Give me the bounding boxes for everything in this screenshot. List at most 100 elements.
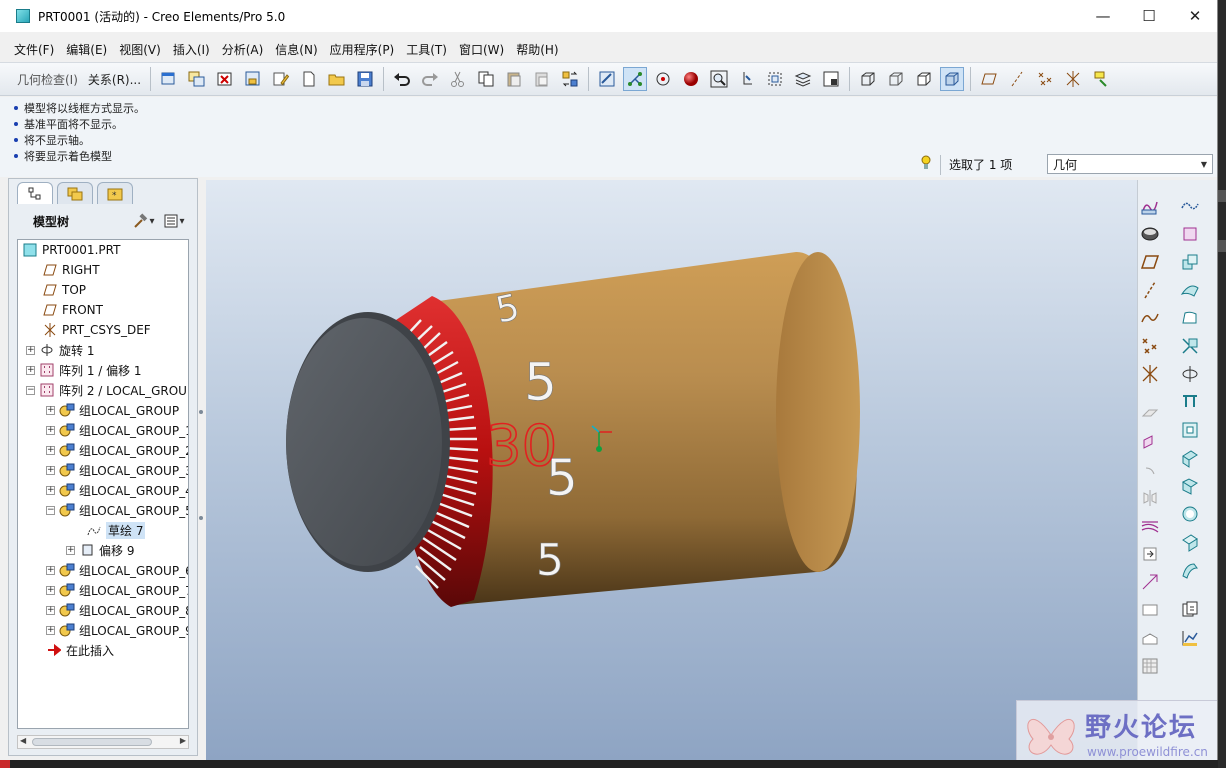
plane-tool-button[interactable] (1138, 250, 1162, 274)
extrude-surface-button[interactable] (1178, 250, 1202, 274)
view-manager-button[interactable] (819, 67, 843, 91)
datum-axes-toggle[interactable] (1005, 67, 1029, 91)
paste-special-button[interactable] (530, 67, 554, 91)
sweep-surface-button[interactable] (1178, 306, 1202, 330)
style-curve-button[interactable] (1178, 194, 1202, 218)
selection-filter-dropdown[interactable]: 几何 ▼ (1047, 154, 1213, 174)
close-button[interactable]: ✕ (1172, 0, 1217, 32)
axis-tool-button[interactable] (1138, 278, 1162, 302)
tree-node-datum-top[interactable]: TOP (42, 280, 86, 300)
menu-edit[interactable]: 编辑(E) (60, 41, 113, 58)
shell-solid-button[interactable] (1178, 502, 1202, 526)
sketch-tool-button[interactable] (1138, 194, 1162, 218)
sketch-lock-button[interactable] (1138, 222, 1162, 246)
expand-icon[interactable]: + (46, 425, 55, 435)
copy-window-button[interactable] (185, 67, 209, 91)
minimize-button[interactable]: — (1080, 0, 1126, 32)
expand-icon[interactable]: + (66, 545, 75, 555)
tree-node-root[interactable]: PRT0001.PRT (22, 240, 120, 260)
paste-button[interactable] (502, 67, 526, 91)
expand-icon[interactable]: + (46, 565, 55, 575)
draft-tool-button[interactable] (1178, 446, 1202, 470)
spin-center-button[interactable] (623, 67, 648, 91)
scroll-right-icon[interactable]: ▶ (180, 736, 186, 745)
expand-icon[interactable]: + (26, 365, 35, 375)
datum-points-toggle[interactable] (1033, 67, 1057, 91)
round-tool-button[interactable] (1138, 430, 1162, 454)
save-button[interactable] (353, 67, 377, 91)
redo-button[interactable] (418, 67, 442, 91)
thicken-button[interactable] (1138, 626, 1162, 650)
activate-window-button[interactable] (241, 67, 265, 91)
layers-button[interactable] (791, 67, 815, 91)
curve-tool-button[interactable] (1138, 306, 1162, 330)
collapse-icon[interactable]: − (46, 505, 55, 515)
maximize-button[interactable]: ☐ (1126, 0, 1172, 32)
tree-node-group[interactable]: + 组LOCAL_GROUP_3 (46, 460, 188, 480)
solidify-button[interactable] (1138, 654, 1162, 678)
sweep-tool-button[interactable] (1138, 514, 1162, 538)
close-window-button[interactable] (213, 67, 237, 91)
datum-planes-toggle[interactable] (977, 67, 1001, 91)
tab-model-tree[interactable] (17, 182, 53, 204)
open-file-button[interactable] (325, 67, 349, 91)
tab-folder-browser[interactable] (57, 182, 93, 204)
undo-button[interactable] (390, 67, 414, 91)
csys-tool-button[interactable] (1138, 362, 1162, 386)
pattern-tool-button[interactable] (1178, 474, 1202, 498)
tree-node-group[interactable]: + 组LOCAL_GROUP_6 (46, 560, 188, 580)
tree-node-pattern-2[interactable]: − 阵列 2 / LOCAL_GROUP (26, 380, 188, 400)
copy-feature-button[interactable] (1178, 598, 1202, 622)
tree-node-insert-here[interactable]: 在此插入 (46, 640, 114, 660)
no-hidden-button[interactable] (912, 67, 936, 91)
cut-button[interactable] (446, 67, 470, 91)
tree-horizontal-scrollbar[interactable]: ◀ ▶ (17, 735, 189, 749)
menu-window[interactable]: 窗口(W) (453, 41, 510, 58)
orient-mode-button[interactable] (651, 67, 675, 91)
repaint-button[interactable] (595, 67, 619, 91)
geometry-check-button[interactable]: 几何检查(I) (12, 71, 83, 88)
appearance-button[interactable] (679, 67, 703, 91)
rib-tool-button[interactable] (1178, 418, 1202, 442)
tab-favorites[interactable]: * (97, 182, 133, 204)
tree-columns-button[interactable]: ▾ (159, 211, 189, 231)
expand-icon[interactable]: + (46, 625, 55, 635)
collapse-icon[interactable]: − (26, 385, 35, 395)
expand-icon[interactable]: + (46, 585, 55, 595)
tree-node-datum-right[interactable]: RIGHT (42, 260, 100, 280)
refit-button[interactable] (763, 67, 787, 91)
tree-node-offset[interactable]: + 偏移 9 (66, 540, 134, 560)
menu-analysis[interactable]: 分析(A) (216, 41, 270, 58)
menu-file[interactable]: 文件(F) (8, 41, 60, 58)
regenerate-button[interactable] (558, 67, 582, 91)
tree-node-group[interactable]: + 组LOCAL_GROUP_2 (46, 440, 188, 460)
insert-button[interactable] (1138, 542, 1162, 566)
analysis-graph-button[interactable] (1178, 626, 1202, 650)
chamfer-tool-button[interactable] (1138, 458, 1162, 482)
tree-node-group[interactable]: + 组LOCAL_GROUP_1 (46, 420, 188, 440)
tree-node-group[interactable]: + 组LOCAL_GROUP_9 (46, 620, 188, 640)
point-tool-button[interactable] (1138, 334, 1162, 358)
tree-node-csys[interactable]: PRT_CSYS_DEF (42, 320, 151, 340)
csys-toggle[interactable] (1061, 67, 1085, 91)
menu-info[interactable]: 信息(N) (269, 41, 323, 58)
merge-button[interactable] (1138, 598, 1162, 622)
expand-icon[interactable]: + (46, 485, 55, 495)
annotation-toggle[interactable] (1089, 67, 1113, 91)
tree-node-group[interactable]: + 组LOCAL_GROUP_7 (46, 580, 188, 600)
copy-button[interactable] (474, 67, 498, 91)
tree-node-sketch[interactable]: 草绘 7 (86, 520, 146, 540)
scroll-left-icon[interactable]: ◀ (20, 736, 26, 745)
zoom-out-button[interactable] (735, 67, 759, 91)
zoom-in-button[interactable] (707, 67, 731, 91)
tree-settings-button[interactable]: ▾ (129, 211, 159, 231)
menu-help[interactable]: 帮助(H) (510, 41, 564, 58)
hidden-line-button[interactable] (884, 67, 908, 91)
mirror-tool-button[interactable] (1138, 486, 1162, 510)
panel-splitter[interactable] (198, 370, 204, 570)
hole-tool-button[interactable] (1138, 402, 1162, 426)
trim-button[interactable] (1138, 570, 1162, 594)
blend-surface-button[interactable] (1178, 334, 1202, 358)
menu-applications[interactable]: 应用程序(P) (324, 41, 401, 58)
relations-button[interactable]: 关系(R)... (83, 71, 146, 88)
